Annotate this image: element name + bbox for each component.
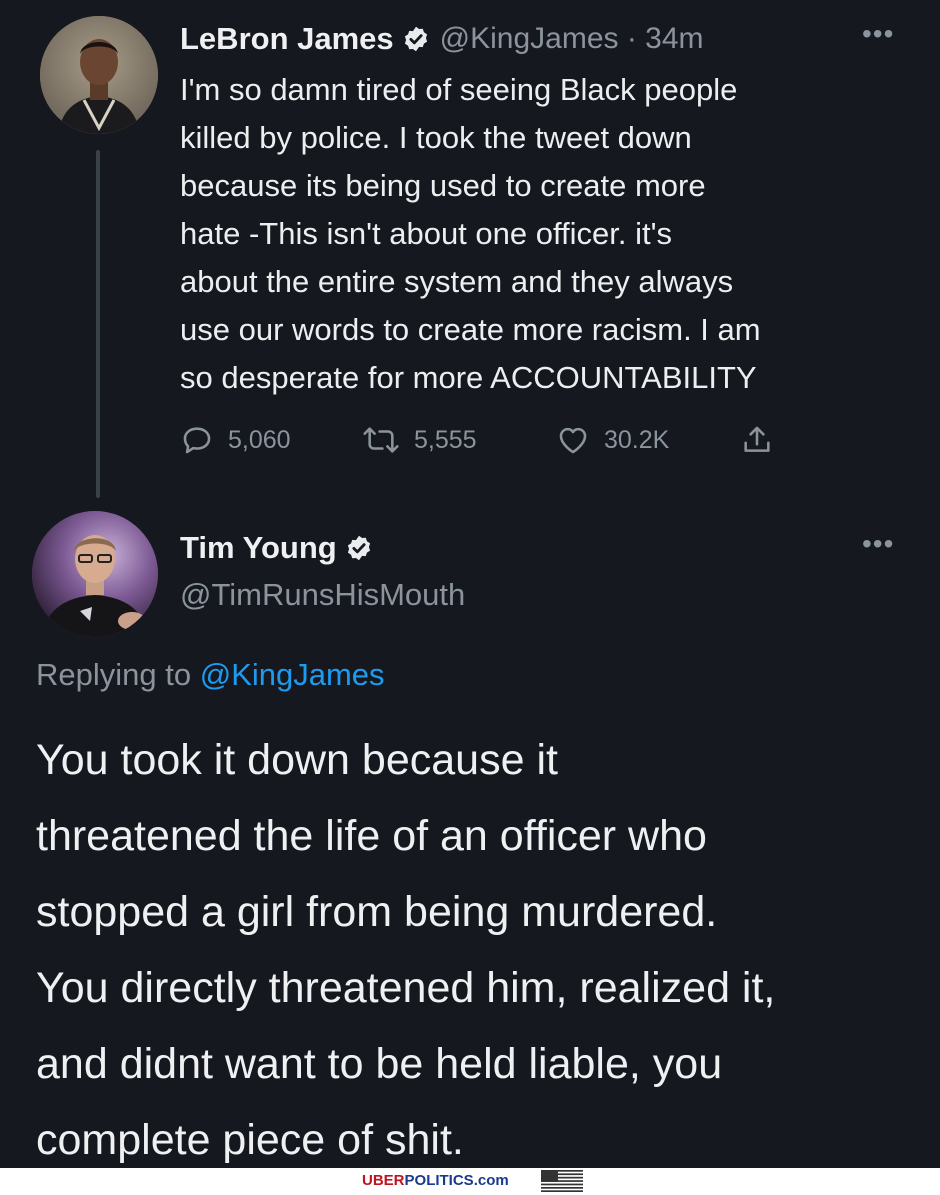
retweet-icon xyxy=(363,427,399,453)
watermark-com: .com xyxy=(473,1172,509,1189)
watermark-footer: UBERPOLITICS.com xyxy=(0,1168,940,1195)
more-dots-icon[interactable]: ••• xyxy=(862,18,894,50)
parent-handle-time[interactable]: @KingJames · 34m xyxy=(440,22,704,56)
parent-author-name[interactable]: LeBron James xyxy=(180,21,394,57)
share-button[interactable] xyxy=(740,418,774,462)
retweet-count: 5,555 xyxy=(414,425,477,454)
reply-button[interactable]: 5,060 xyxy=(180,418,291,462)
retweet-button[interactable]: 5,555 xyxy=(362,418,477,462)
reply-tweet-text: You took it down because it threatened t… xyxy=(36,736,776,1164)
watermark-politics: POLITICS xyxy=(404,1172,474,1189)
reply-count: 5,060 xyxy=(228,425,291,454)
reply-bubble-icon xyxy=(183,427,211,454)
thread-connector-line xyxy=(96,150,100,498)
parent-tweet-header: LeBron James @KingJames · 34m xyxy=(180,16,704,62)
more-dots-icon[interactable]: ••• xyxy=(862,528,894,560)
share-icon xyxy=(744,426,770,452)
uberpolitics-watermark[interactable]: UBERPOLITICS.com xyxy=(362,1171,509,1191)
verified-badge-icon xyxy=(347,535,370,561)
lebron-avatar[interactable] xyxy=(40,16,158,134)
tweet-thread-screenshot: LeBron James @KingJames · 34m ••• I'm so… xyxy=(0,0,940,1168)
tim-young-avatar[interactable] xyxy=(32,511,158,637)
like-count: 30.2K xyxy=(604,425,670,454)
like-button[interactable]: 30.2K xyxy=(556,418,669,462)
us-flag-icon xyxy=(541,1170,583,1192)
replying-to-mention-link[interactable]: @KingJames xyxy=(200,657,385,692)
reply-author-name[interactable]: Tim Young xyxy=(180,530,337,566)
verified-badge-icon xyxy=(404,26,427,52)
tweet-action-bar: 5,060 5,555 30.2K xyxy=(180,418,820,462)
reply-author-handle[interactable]: @TimRunsHisMouth xyxy=(180,577,465,613)
replying-to-prefix: Replying to xyxy=(36,657,200,692)
reply-tweet-header: Tim Young xyxy=(180,530,373,566)
replying-to-line: Replying to @KingJames xyxy=(36,657,385,693)
parent-tweet-text: I'm so damn tired of seeing Black people… xyxy=(180,72,761,395)
watermark-uber: UBER xyxy=(362,1172,405,1189)
heart-icon xyxy=(559,427,587,454)
